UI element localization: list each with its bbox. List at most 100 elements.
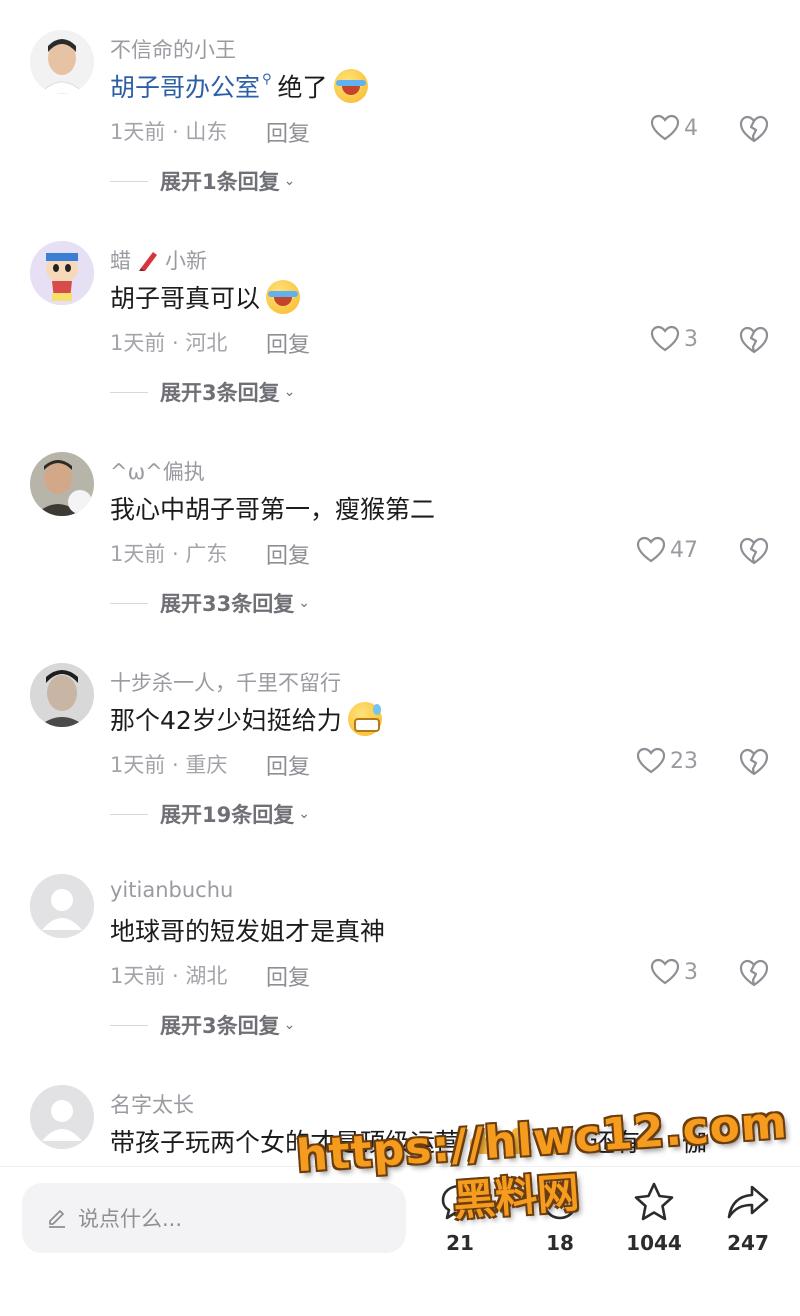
comment-username[interactable]: 十步杀一人，千里不留行 <box>110 667 341 697</box>
favorite-button[interactable]: 1044 <box>614 1181 694 1255</box>
favorite-count: 1044 <box>626 1231 682 1255</box>
comment-meta: 1天前 · 湖北 <box>110 964 228 988</box>
comment-username[interactable]: 蜡 小新 <box>110 245 207 275</box>
comment-count: 21 <box>446 1231 474 1255</box>
like-count: 3 <box>684 326 698 352</box>
expand-replies-label: 展开3条回复 <box>160 381 280 405</box>
like-button[interactable]: 23 <box>636 747 698 775</box>
comments-button[interactable]: 21 <box>420 1181 500 1255</box>
crayon-icon <box>139 252 157 271</box>
comment-content: 我心中胡子哥第一，瘦猴第二 <box>110 490 435 526</box>
bottom-action-bar: 说点什么... 21 18 1044 247 <box>0 1166 800 1316</box>
expand-replies-button[interactable]: 展开33条回复 ⌄ <box>110 588 310 618</box>
comment-text: 胡子哥真可以 <box>110 284 261 313</box>
divider <box>110 1024 148 1026</box>
expand-replies-button[interactable]: 展开3条回复 ⌄ <box>110 1010 295 1040</box>
divider <box>110 391 148 393</box>
dislike-button[interactable] <box>738 536 770 566</box>
comment-content: 胡子哥真可以 <box>110 279 301 315</box>
expand-replies-label: 展开33条回复 <box>160 592 295 616</box>
divider <box>110 813 148 815</box>
expand-replies-label: 展开19条回复 <box>160 803 295 827</box>
heart-icon <box>636 536 666 563</box>
reaction-count: 18 <box>546 1231 574 1255</box>
user-avatar[interactable] <box>30 241 94 305</box>
comment-text: 绝了 <box>277 73 328 102</box>
thumbs-up-emoji <box>540 1126 568 1156</box>
divider <box>110 180 148 182</box>
like-button[interactable]: 3 <box>650 325 698 353</box>
heart-icon <box>636 747 666 774</box>
emoji-icon <box>542 1184 578 1220</box>
broken-heart-icon <box>739 959 769 987</box>
chevron-down-icon: ⌄ <box>283 173 296 189</box>
comment-meta: 1天前 · 河北 <box>110 331 228 355</box>
search-icon: ⚲ <box>262 71 272 87</box>
comment-input[interactable]: 说点什么... <box>22 1183 406 1253</box>
grinning-sweat-emoji <box>347 702 382 736</box>
broken-heart-icon <box>739 537 769 565</box>
reply-button[interactable]: 回复 <box>266 116 310 148</box>
comment-text: 地球哥的短发姐才是真神 <box>110 917 386 946</box>
comment-content: 那个42岁少妇挺给力 <box>110 701 382 737</box>
comment-text: 我心中胡子哥第一，瘦猴第二 <box>110 495 436 524</box>
expand-replies-button[interactable]: 展开1条回复 ⌄ <box>110 166 295 196</box>
search-link[interactable]: 胡子哥办公室 <box>110 68 260 104</box>
divider <box>110 602 148 604</box>
reactions-button[interactable]: 18 <box>520 1181 600 1255</box>
reply-button[interactable]: 回复 <box>266 749 310 781</box>
chevron-down-icon: ⌄ <box>298 595 310 611</box>
star-icon <box>634 1182 674 1221</box>
chevron-down-icon: ⌄ <box>283 1017 296 1033</box>
expand-replies-button[interactable]: 展开19条回复 ⌄ <box>110 799 310 829</box>
share-arrow-icon <box>727 1185 769 1219</box>
comment-content: 胡子哥办公室 ⚲ 绝了 <box>110 68 368 104</box>
heart-icon <box>650 114 680 141</box>
user-avatar[interactable] <box>30 452 94 516</box>
user-avatar[interactable] <box>30 663 94 727</box>
like-button[interactable]: 4 <box>650 114 698 142</box>
broken-heart-icon <box>739 748 769 776</box>
like-count: 3 <box>684 959 698 985</box>
comment-username[interactable]: yitianbuchu <box>110 878 233 902</box>
username-prefix: 蜡 <box>110 249 131 273</box>
dislike-button[interactable] <box>738 114 770 144</box>
like-button[interactable]: 47 <box>636 536 698 564</box>
comment-text-tail: 还有 <box>590 1128 641 1157</box>
expand-replies-button[interactable]: 展开3条回复 ⌄ <box>110 377 295 407</box>
user-avatar[interactable] <box>30 30 94 94</box>
dislike-button[interactable] <box>738 747 770 777</box>
heart-icon <box>650 325 680 352</box>
share-button[interactable]: 247 <box>708 1181 788 1255</box>
comment-username[interactable]: 名字太长 <box>110 1089 194 1119</box>
default-avatar[interactable] <box>30 874 94 938</box>
broken-heart-icon <box>739 115 769 143</box>
tears-of-joy-emoji <box>333 69 368 103</box>
dislike-button[interactable] <box>738 325 770 355</box>
reply-button[interactable]: 回复 <box>266 538 310 570</box>
comment-username[interactable]: 不信命的小王 <box>110 34 236 64</box>
comment-text: 那个42岁少妇挺给力 <box>110 706 342 735</box>
default-avatar[interactable] <box>30 1085 94 1149</box>
reply-button[interactable]: 回复 <box>266 960 310 992</box>
comment-meta: 1天前 · 重庆 <box>110 753 228 777</box>
like-count: 23 <box>670 748 698 774</box>
like-count: 4 <box>684 115 698 141</box>
comment-text: 带孩子玩两个女的才是顶级运营 <box>110 1128 461 1157</box>
comment-meta: 1天前 · 广东 <box>110 542 228 566</box>
comment-username[interactable]: ^ω^偏执 <box>110 456 205 486</box>
comment-content: 带孩子玩两个女的才是顶级运营 还有 伽 <box>110 1123 707 1159</box>
reply-button[interactable]: 回复 <box>266 327 310 359</box>
chevron-down-icon: ⌄ <box>283 384 296 400</box>
crying-laughing-emoji <box>266 280 301 314</box>
expand-replies-label: 展开1条回复 <box>160 170 280 194</box>
comment-content: 地球哥的短发姐才是真神 <box>110 912 385 948</box>
expand-replies-label: 展开3条回复 <box>160 1014 280 1038</box>
dislike-button[interactable] <box>738 958 770 988</box>
heart-icon <box>650 958 680 985</box>
share-count: 247 <box>727 1231 769 1255</box>
comment-meta: 1天前 · 山东 <box>110 120 228 144</box>
like-button[interactable]: 3 <box>650 958 698 986</box>
comment-input-placeholder: 说点什么... <box>78 1207 183 1231</box>
chevron-down-icon: ⌄ <box>298 806 310 822</box>
